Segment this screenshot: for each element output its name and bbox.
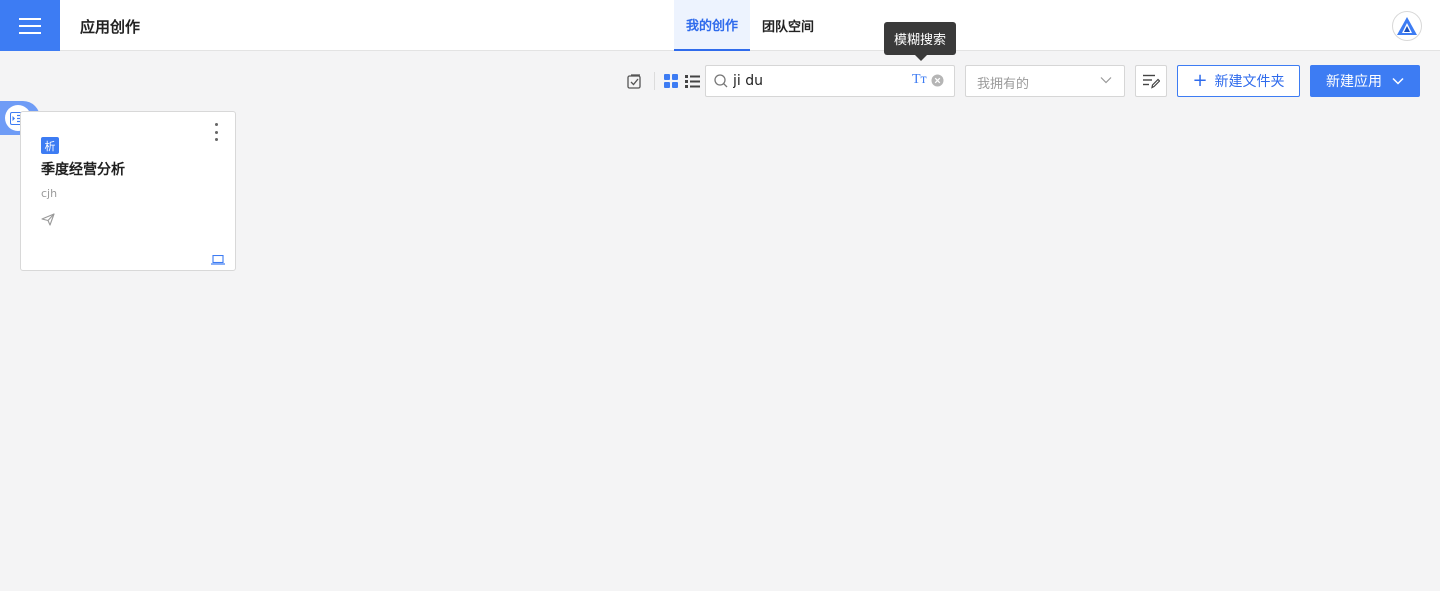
- select-mode-button[interactable]: [624, 71, 644, 91]
- send-icon[interactable]: [41, 213, 55, 226]
- plus-icon: +: [1192, 70, 1208, 91]
- owner-filter-value: 我拥有的: [977, 77, 1030, 92]
- new-folder-label: 新建文件夹: [1214, 74, 1285, 90]
- fuzzy-search-tooltip: 模糊搜索: [884, 22, 956, 55]
- app-title: 应用创作: [80, 18, 141, 36]
- tooltip-arrow: [915, 55, 927, 61]
- search-box: Tт: [705, 65, 955, 97]
- new-folder-button[interactable]: + 新建文件夹: [1177, 65, 1300, 97]
- new-app-label: 新建应用: [1326, 74, 1382, 90]
- avatar[interactable]: [1392, 11, 1422, 41]
- laptop-icon: [211, 255, 225, 265]
- grid-view-button[interactable]: [662, 71, 680, 91]
- toolbar-divider: [654, 72, 655, 90]
- new-app-dropdown[interactable]: [1392, 77, 1404, 85]
- clear-circle-icon[interactable]: [931, 74, 944, 87]
- search-icon: [714, 74, 728, 88]
- sort-edit-icon: [1142, 74, 1160, 89]
- brand-logo-icon: [1397, 17, 1417, 35]
- more-dot-icon: [214, 138, 218, 141]
- search-input[interactable]: [733, 70, 908, 92]
- tab-my-creations[interactable]: 我的创作: [674, 0, 750, 51]
- app-card[interactable]: 析 季度经营分析 cjh: [20, 111, 236, 271]
- fuzzy-search-toggle[interactable]: Tт: [912, 72, 927, 88]
- app-card-owner: cjh: [41, 187, 58, 200]
- sort-button[interactable]: [1135, 65, 1167, 97]
- chevron-down-icon: [1392, 77, 1404, 85]
- list-view-button[interactable]: [683, 71, 701, 91]
- chevron-down-icon: [1100, 77, 1112, 84]
- tab-team-space[interactable]: 团队空间: [750, 0, 826, 51]
- owner-filter-select[interactable]: 我拥有的: [965, 65, 1125, 97]
- menu-button[interactable]: [0, 0, 60, 51]
- more-dot-icon: [214, 130, 218, 134]
- grid-view-icon: [664, 74, 678, 88]
- checkbox-icon: [626, 73, 641, 89]
- list-view-icon: [684, 74, 700, 88]
- new-app-button[interactable]: 新建应用: [1310, 65, 1420, 97]
- more-dot-icon: [214, 123, 218, 126]
- top-header: 应用创作 我的创作 团队空间: [0, 0, 1440, 51]
- app-type-badge: 析: [41, 137, 59, 154]
- app-card-title: 季度经营分析: [41, 162, 125, 178]
- hamburger-menu-icon: [19, 17, 41, 34]
- more-options-button[interactable]: [210, 123, 222, 141]
